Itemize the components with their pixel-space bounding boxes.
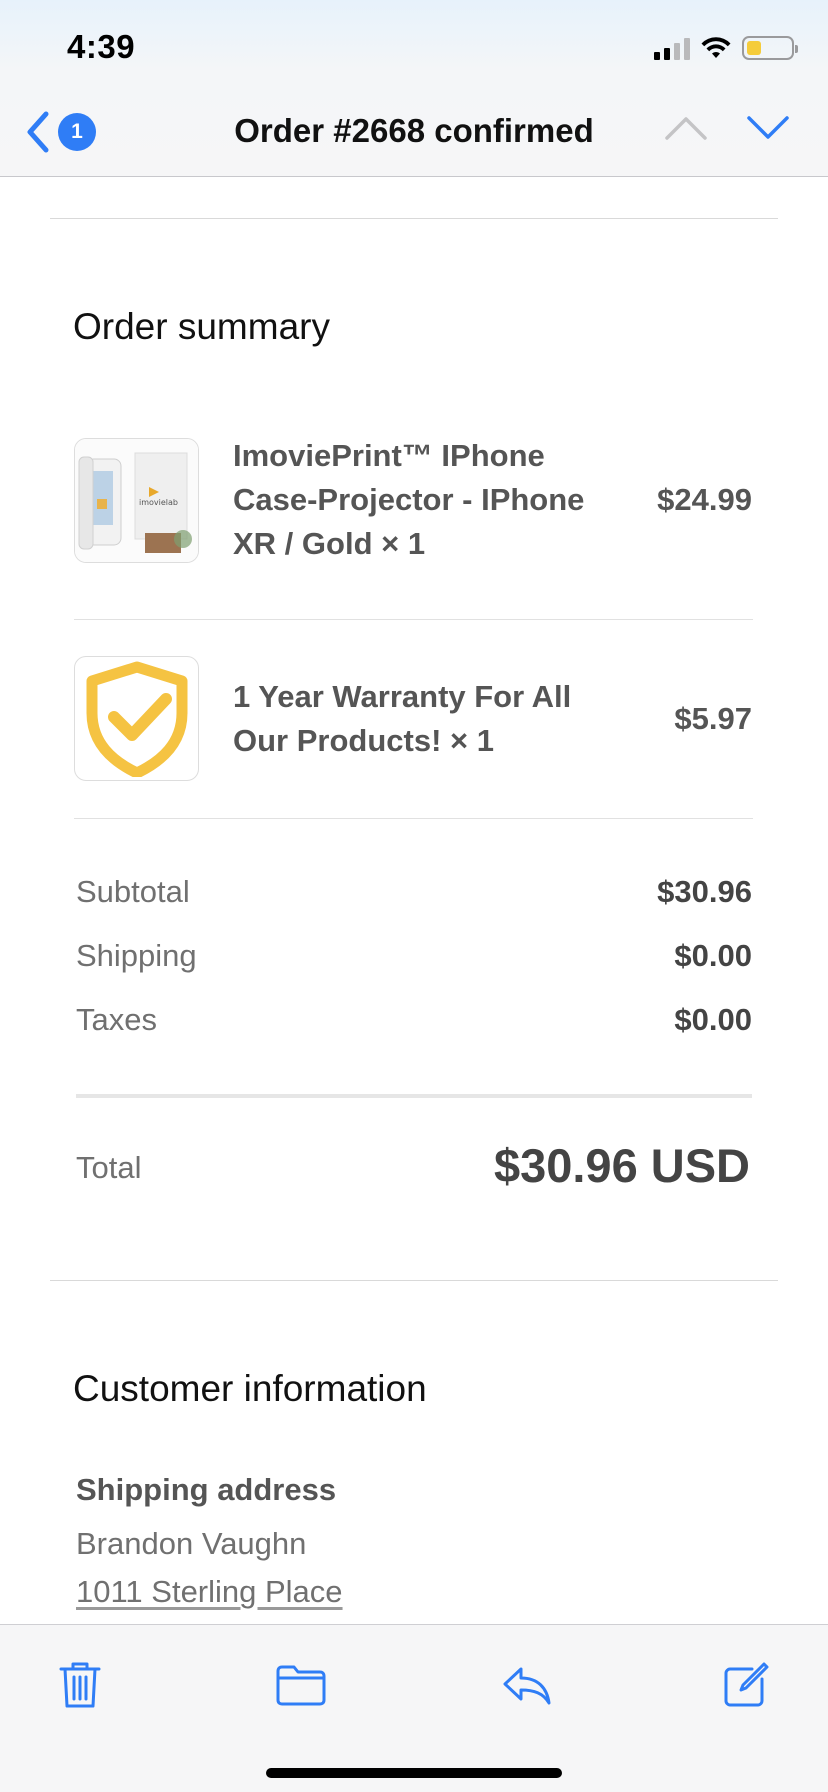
subtotal-label: Subtotal	[76, 874, 190, 909]
subtotal-value: $30.96	[657, 874, 752, 909]
folder-icon	[276, 1665, 326, 1706]
item-price: $5.97	[674, 700, 752, 736]
mail-nav-bar: 1 Order #2668 confirmed	[0, 100, 828, 166]
address-link[interactable]: 1011 Sterling Place	[76, 1574, 343, 1610]
cellular-signal-icon	[654, 36, 690, 60]
product-logo: imovielab	[139, 498, 178, 507]
trash-button[interactable]	[50, 1655, 110, 1715]
customer-name: Brandon Vaughn	[76, 1526, 307, 1561]
divider	[50, 218, 778, 219]
total-value: $30.96 USD	[493, 1139, 750, 1192]
shield-check-icon	[86, 661, 187, 777]
taxes-label: Taxes	[76, 1002, 157, 1037]
taxes-value: $0.00	[674, 1002, 752, 1037]
shipping-label: Shipping	[76, 938, 197, 973]
subtotal-row: Subtotal $30.96	[76, 874, 752, 910]
shipping-address-label: Shipping address	[76, 1472, 337, 1507]
warranty-thumbnail	[74, 656, 199, 781]
divider	[50, 1280, 778, 1281]
compose-icon	[724, 1662, 769, 1707]
move-to-folder-button[interactable]	[271, 1655, 331, 1715]
bottom-toolbar	[0, 1624, 828, 1792]
shipping-row: Shipping $0.00	[76, 938, 752, 974]
email-body[interactable]: Order summary imovielab ImoviePrint™ IPh…	[0, 178, 828, 1624]
taxes-row: Taxes $0.00	[76, 1002, 752, 1038]
order-summary-heading: Order summary	[73, 306, 330, 347]
reply-icon	[503, 1667, 551, 1705]
divider	[76, 1094, 752, 1098]
status-time: 4:39	[67, 28, 136, 65]
shipping-value: $0.00	[674, 938, 752, 973]
trash-icon	[59, 1662, 101, 1708]
line-item: 1 Year Warranty For All Our Products! × …	[74, 656, 752, 781]
reply-button[interactable]	[497, 1655, 557, 1715]
chevron-up-icon[interactable]	[664, 114, 708, 142]
compose-button[interactable]	[716, 1655, 776, 1715]
top-bar: 4:39 1 Order #2668 confirmed	[0, 0, 828, 177]
divider	[74, 818, 753, 819]
divider	[74, 619, 753, 620]
line-item: imovielab ImoviePrint™ IPhone Case-Proje…	[74, 434, 752, 566]
status-icons	[654, 36, 798, 60]
total-label: Total	[76, 1150, 142, 1185]
item-price: $24.99	[657, 482, 752, 517]
wifi-icon	[701, 37, 731, 58]
product-thumbnail: imovielab	[74, 437, 199, 563]
battery-icon	[742, 36, 798, 60]
item-name: 1 Year Warranty For All Our Products! × …	[233, 678, 572, 758]
home-indicator	[266, 1768, 562, 1778]
item-name: ImoviePrint™ IPhone Case-Projector - IPh…	[233, 438, 585, 561]
chevron-down-icon[interactable]	[746, 114, 790, 142]
customer-info-heading: Customer information	[73, 1368, 427, 1409]
